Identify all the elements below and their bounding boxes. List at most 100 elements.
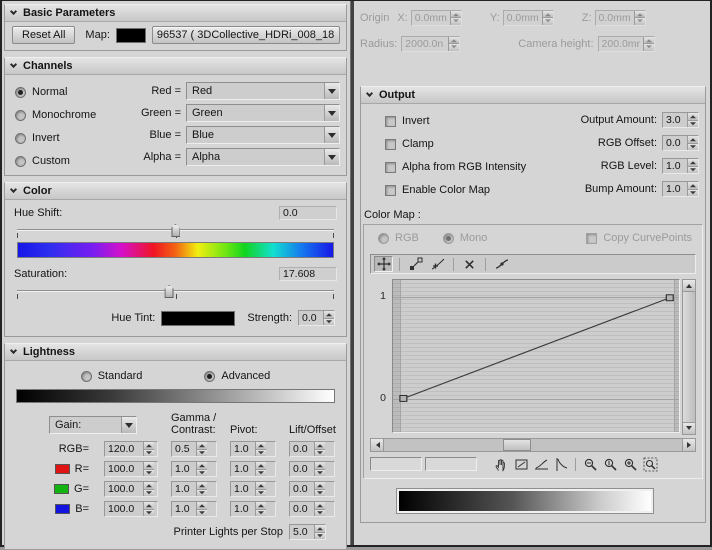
rgb-gamma-spinner[interactable]: 0.5 bbox=[171, 441, 217, 457]
radio-custom[interactable]: Custom bbox=[15, 155, 137, 167]
point-x-field[interactable] bbox=[370, 457, 422, 471]
hue-tint-swatch[interactable] bbox=[161, 310, 236, 326]
rgb-level-spinner[interactable]: 1.0 bbox=[662, 158, 699, 174]
curve-plot-area[interactable] bbox=[392, 279, 680, 433]
spinner-arrows-icon[interactable] bbox=[143, 482, 154, 496]
camera-height-spinner[interactable]: 200.0mr bbox=[597, 35, 656, 52]
spinner-arrows-icon[interactable] bbox=[196, 502, 207, 516]
red-lift-spinner[interactable]: 0.0 bbox=[289, 461, 335, 477]
horizontal-scroll-thumb[interactable] bbox=[503, 439, 532, 451]
zoom-horizontal-button[interactable] bbox=[581, 456, 599, 472]
rgb-gain-spinner[interactable]: 120.0 bbox=[104, 441, 158, 457]
curve-point-start[interactable] bbox=[399, 394, 408, 402]
zoom-value-extents-button[interactable] bbox=[552, 456, 570, 472]
spinner-arrows-icon[interactable] bbox=[314, 462, 325, 476]
pan-hand-button[interactable] bbox=[492, 456, 510, 472]
spinner-arrows-icon[interactable] bbox=[196, 442, 207, 456]
copy-curvepoints-checkbox[interactable]: Copy CurvePoints bbox=[586, 232, 692, 244]
rgb-pivot-spinner[interactable]: 1.0 bbox=[230, 441, 276, 457]
gain-mode-dropdown[interactable]: Gain: bbox=[49, 415, 137, 434]
blue-pivot-spinner[interactable]: 1.0 bbox=[230, 501, 276, 517]
green-gamma-spinner[interactable]: 1.0 bbox=[171, 481, 217, 497]
spinner-arrows-icon[interactable] bbox=[255, 482, 266, 496]
spinner-arrows-icon[interactable] bbox=[143, 462, 154, 476]
radio-monochrome[interactable]: Monochrome bbox=[15, 109, 137, 121]
rollout-header-color[interactable]: Color bbox=[5, 183, 346, 200]
rgb-lift-spinner[interactable]: 0.0 bbox=[289, 441, 335, 457]
alpha-channel-dropdown[interactable]: Alpha bbox=[186, 148, 340, 166]
zoom-horizontal-extents-button[interactable] bbox=[532, 456, 550, 472]
spinner-arrows-icon[interactable] bbox=[643, 36, 655, 51]
spinner-arrows-icon[interactable] bbox=[687, 136, 698, 150]
radio-mono[interactable]: Mono bbox=[442, 232, 487, 244]
hue-shift-value[interactable]: 0.0 bbox=[279, 206, 337, 220]
curve-point-end[interactable] bbox=[665, 294, 674, 302]
radio-standard[interactable]: Standard bbox=[80, 370, 142, 382]
slider-handle[interactable] bbox=[164, 285, 174, 298]
spinner-arrows-icon[interactable] bbox=[633, 10, 645, 25]
slider-handle[interactable] bbox=[171, 224, 180, 237]
rollout-header-lightness[interactable]: Lightness bbox=[5, 344, 346, 361]
origin-y-spinner[interactable]: 0.0mm bbox=[502, 9, 554, 26]
curve-vertical-scrollbar[interactable] bbox=[682, 279, 696, 435]
radio-advanced[interactable]: Advanced bbox=[204, 370, 270, 382]
saturation-slider[interactable] bbox=[17, 283, 334, 300]
spinner-arrows-icon[interactable] bbox=[255, 442, 266, 456]
origin-z-spinner[interactable]: 0.0mm bbox=[594, 9, 646, 26]
green-channel-dropdown[interactable]: Green bbox=[186, 104, 340, 122]
spinner-arrows-icon[interactable] bbox=[687, 182, 698, 196]
red-pivot-spinner[interactable]: 1.0 bbox=[230, 461, 276, 477]
radius-spinner[interactable]: 2000.0n bbox=[401, 35, 461, 52]
scroll-left-button[interactable] bbox=[371, 439, 384, 451]
spinner-arrows-icon[interactable] bbox=[687, 113, 698, 127]
bump-amount-spinner[interactable]: 1.0 bbox=[662, 181, 699, 197]
spinner-arrows-icon[interactable] bbox=[196, 482, 207, 496]
zoom-value-button[interactable] bbox=[601, 456, 619, 472]
rgb-offset-spinner[interactable]: 0.0 bbox=[662, 135, 699, 151]
reset-all-button[interactable]: Reset All bbox=[12, 26, 76, 44]
curve-horizontal-scrollbar[interactable] bbox=[370, 438, 696, 452]
alpha-from-rgb-checkbox[interactable]: Alpha from RGB Intensity bbox=[385, 161, 539, 173]
clamp-checkbox[interactable]: Clamp bbox=[385, 138, 539, 150]
rollout-header-output[interactable]: Output bbox=[361, 87, 705, 104]
strength-spinner[interactable]: 0.0 bbox=[298, 310, 335, 326]
output-amount-spinner[interactable]: 3.0 bbox=[662, 112, 699, 128]
origin-x-spinner[interactable]: 0.0mm bbox=[410, 9, 462, 26]
spinner-arrows-icon[interactable] bbox=[196, 462, 207, 476]
horizontal-scroll-track[interactable] bbox=[384, 439, 682, 451]
green-gain-spinner[interactable]: 100.0 bbox=[104, 481, 158, 497]
blue-channel-dropdown[interactable]: Blue bbox=[186, 126, 340, 144]
map-color-swatch[interactable] bbox=[115, 27, 146, 43]
blue-gamma-spinner[interactable]: 1.0 bbox=[171, 501, 217, 517]
spinner-arrows-icon[interactable] bbox=[314, 502, 325, 516]
spinner-arrows-icon[interactable] bbox=[448, 36, 460, 51]
invert-checkbox[interactable]: Invert bbox=[385, 115, 539, 127]
scale-point-button[interactable] bbox=[406, 256, 425, 272]
spinner-arrows-icon[interactable] bbox=[323, 311, 334, 325]
green-pivot-spinner[interactable]: 1.0 bbox=[230, 481, 276, 497]
blue-lift-spinner[interactable]: 0.0 bbox=[289, 501, 335, 517]
smooth-curve-button[interactable] bbox=[492, 256, 511, 272]
spinner-arrows-icon[interactable] bbox=[687, 159, 698, 173]
vertical-scroll-thumb[interactable] bbox=[683, 292, 695, 422]
blue-gain-spinner[interactable]: 100.0 bbox=[104, 501, 158, 517]
spinner-arrows-icon[interactable] bbox=[255, 462, 266, 476]
radio-normal[interactable]: Normal bbox=[15, 86, 137, 98]
map-button[interactable]: 96537 ( 3DCollective_HDRi_008_18 bbox=[151, 26, 340, 44]
spinner-arrows-icon[interactable] bbox=[255, 502, 266, 516]
spinner-arrows-icon[interactable] bbox=[541, 10, 553, 25]
scroll-up-button[interactable] bbox=[683, 280, 695, 292]
zoom-button[interactable] bbox=[621, 456, 639, 472]
rollout-header-basic-parameters[interactable]: Basic Parameters bbox=[5, 5, 346, 22]
zoom-extents-button[interactable] bbox=[512, 456, 530, 472]
spinner-arrows-icon[interactable] bbox=[449, 10, 461, 25]
green-lift-spinner[interactable]: 0.0 bbox=[289, 481, 335, 497]
saturation-value[interactable]: 17.608 bbox=[279, 267, 337, 281]
spinner-arrows-icon[interactable] bbox=[314, 482, 325, 496]
red-channel-dropdown[interactable]: Red bbox=[186, 82, 340, 100]
scroll-right-button[interactable] bbox=[682, 439, 695, 451]
scroll-down-button[interactable] bbox=[683, 422, 695, 434]
delete-point-button[interactable] bbox=[460, 256, 479, 272]
red-gamma-spinner[interactable]: 1.0 bbox=[171, 461, 217, 477]
spinner-arrows-icon[interactable] bbox=[143, 442, 154, 456]
